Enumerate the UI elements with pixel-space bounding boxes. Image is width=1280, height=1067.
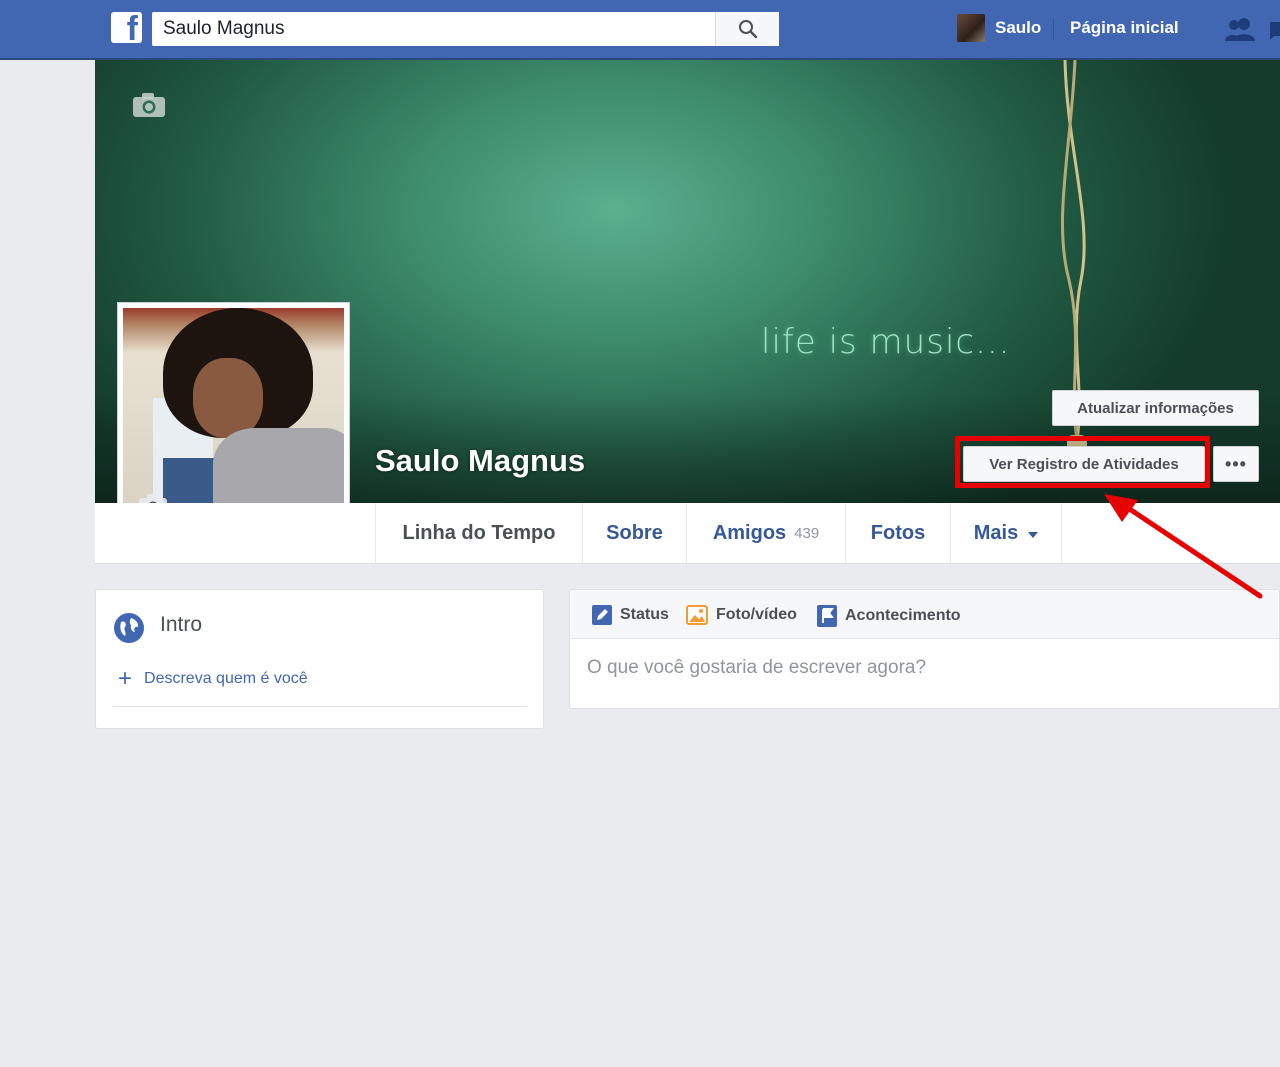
profile-photo: [123, 308, 344, 532]
messages-icon[interactable]: [1270, 20, 1280, 42]
friends-count: 439: [794, 524, 820, 542]
tab-label: Linha do Tempo: [402, 521, 556, 544]
more-options-button[interactable]: •••: [1213, 446, 1259, 482]
tab-label: Mais: [973, 521, 1019, 544]
update-info-button[interactable]: Atualizar informações: [1052, 390, 1259, 426]
tab-photos[interactable]: Fotos: [845, 503, 950, 563]
search-box: [152, 12, 779, 46]
composer-tab-label: Status: [620, 606, 669, 623]
intro-card: Intro + Descreva quem é você: [95, 589, 544, 729]
composer-tab-status[interactable]: Status: [592, 605, 669, 625]
chevron-down-icon: [1028, 531, 1039, 538]
plus-icon: +: [118, 665, 133, 692]
top-bar: f Saulo Página inicial: [0, 0, 1280, 60]
search-button[interactable]: [715, 12, 779, 46]
profile-link[interactable]: Saulo: [995, 18, 1041, 38]
post-composer: Status Foto/vídeo Acontecimento O que vo…: [569, 589, 1280, 709]
composer-tab-label: Acontecimento: [845, 607, 961, 624]
photo-face: [193, 358, 263, 438]
composer-tab-life-event[interactable]: Acontecimento: [817, 605, 961, 627]
composer-tab-label: Foto/vídeo: [716, 606, 797, 623]
topbar-divider: [1053, 18, 1054, 40]
composer-tab-photo-video[interactable]: Foto/vídeo: [686, 605, 797, 625]
tab-friends[interactable]: Amigos 439: [686, 503, 845, 563]
cover-camera-icon[interactable]: [132, 92, 166, 118]
tab-label: Amigos: [712, 521, 787, 544]
pencil-icon: [592, 605, 612, 625]
profile-name[interactable]: Saulo Magnus: [375, 443, 585, 479]
facebook-logo-letter: f: [126, 10, 138, 48]
search-input[interactable]: [152, 12, 716, 46]
intro-title: Intro: [160, 613, 203, 636]
annotation-highlight-box: [955, 436, 1210, 488]
describe-yourself-label: Descreva quem é você: [144, 670, 308, 687]
intro-divider: [113, 706, 527, 707]
tab-label: Sobre: [606, 521, 663, 544]
search-icon: [738, 20, 757, 39]
photo-icon: [686, 605, 708, 625]
composer-input[interactable]: O que você gostaria de escrever agora?: [587, 657, 926, 679]
describe-yourself-link[interactable]: + Descreva quem é você: [118, 665, 308, 692]
tab-more[interactable]: Mais: [950, 503, 1062, 563]
user-avatar[interactable]: [957, 14, 985, 42]
tab-timeline[interactable]: Linha do Tempo: [375, 503, 582, 563]
globe-icon: [114, 613, 144, 643]
home-link[interactable]: Página inicial: [1070, 18, 1179, 38]
tab-about[interactable]: Sobre: [582, 503, 686, 563]
annotation-arrow: [1104, 494, 1263, 599]
tab-label: Fotos: [870, 521, 926, 544]
active-tab-indicator: [470, 1059, 488, 1067]
facebook-logo-icon[interactable]: f: [111, 10, 142, 48]
friend-requests-icon[interactable]: [1224, 16, 1258, 42]
flag-icon: [817, 605, 837, 627]
cover-overlay-text: life is music...: [761, 322, 1011, 362]
